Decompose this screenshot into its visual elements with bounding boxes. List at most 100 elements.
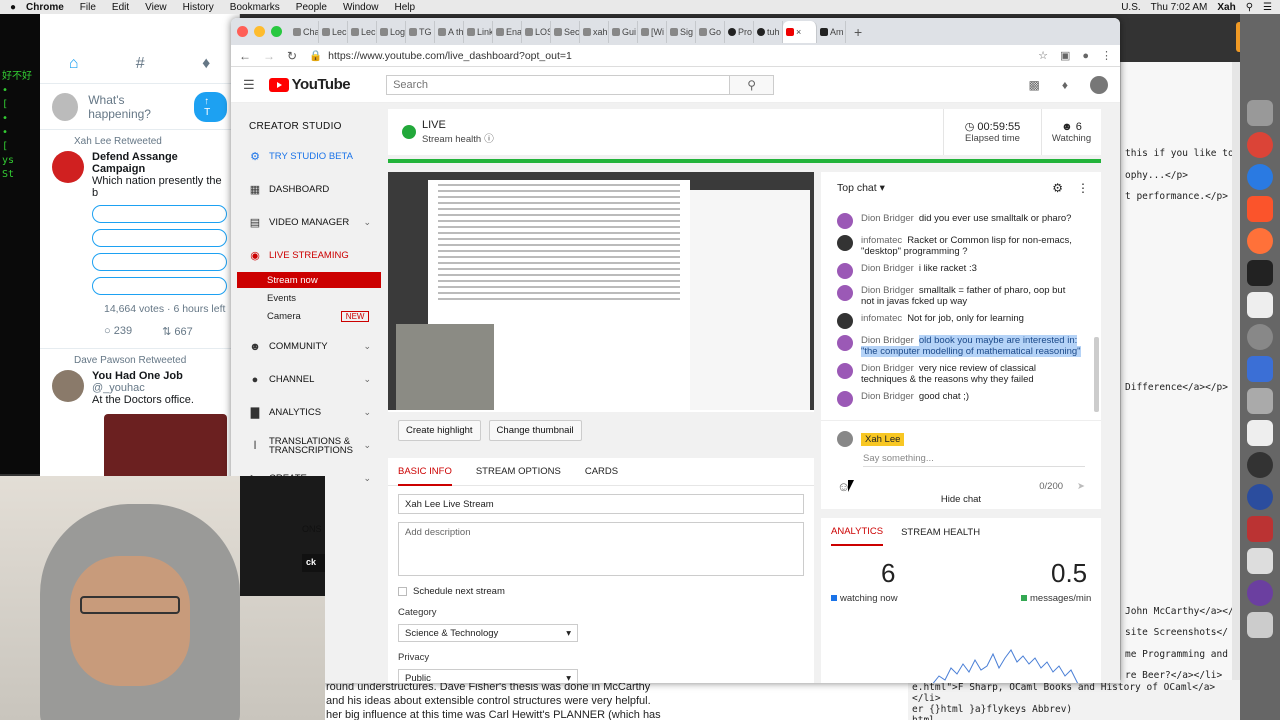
nav-stream-now[interactable]: Stream now: [237, 272, 381, 288]
chat-message[interactable]: infomatec Racket or Common lisp for non-e…: [821, 232, 1093, 260]
nav-dashboard[interactable]: ▦ DASHBOARD: [237, 173, 381, 206]
notifications-bell-icon[interactable]: ♦: [1062, 78, 1068, 92]
chat-message[interactable]: Dion Bridger old book you maybe are inter…: [821, 332, 1093, 360]
app-icon[interactable]: [1247, 516, 1273, 542]
chart-icon[interactable]: [1247, 356, 1273, 382]
nav-channel[interactable]: ● CHANNEL ⌄: [237, 363, 381, 396]
poll-option[interactable]: [92, 229, 227, 247]
search-input[interactable]: [387, 75, 730, 94]
menu-list-icon[interactable]: ☰: [1263, 2, 1272, 13]
menu-file[interactable]: File: [80, 2, 96, 13]
browser-tab[interactable]: Gui: [609, 20, 638, 43]
preferences-icon[interactable]: [1247, 324, 1273, 350]
settings-gear-icon[interactable]: ⚙: [1052, 181, 1063, 195]
menu-edit[interactable]: Edit: [112, 2, 129, 13]
poll-option[interactable]: [92, 205, 227, 223]
more-options-icon[interactable]: ⋮: [1077, 181, 1089, 195]
user-menu[interactable]: Xah: [1217, 2, 1235, 13]
youtube-logo[interactable]: YouTube: [268, 76, 351, 93]
nav-try-studio-beta[interactable]: ⚙ TRY STUDIO BETA: [237, 140, 381, 173]
chat-message[interactable]: Dion Bridger smalltalk = father of pharo,…: [821, 282, 1093, 310]
chat-message[interactable]: infomatec Not for job, only for learning: [821, 310, 1093, 332]
chat-input[interactable]: Say something...: [863, 453, 1085, 467]
reload-icon[interactable]: ↻: [287, 49, 297, 63]
title-field[interactable]: Xah Lee Live Stream: [398, 494, 804, 514]
browser-tab[interactable]: Link: [464, 20, 493, 43]
menu-people[interactable]: People: [296, 2, 327, 13]
tweet-author[interactable]: You Had One Job: [92, 370, 183, 382]
forward-icon[interactable]: →: [263, 49, 275, 63]
reply-button[interactable]: ○ 239: [104, 325, 132, 338]
back-icon[interactable]: ←: [239, 49, 251, 63]
browser-tab[interactable]: LOS: [522, 20, 551, 43]
app-icon[interactable]: [1247, 388, 1273, 414]
notifications-icon[interactable]: ♦: [202, 55, 210, 73]
menu-app-chrome[interactable]: Chrome: [26, 2, 64, 13]
browser-tab[interactable]: Lec: [319, 20, 348, 43]
nav-analytics[interactable]: ▇ ANALYTICS ⌄: [237, 396, 381, 429]
nav-camera[interactable]: Camera NEW: [237, 308, 381, 324]
tweet-button[interactable]: ↑ T: [194, 91, 228, 122]
browser-tab[interactable]: Ena: [493, 20, 522, 43]
zoom-window-button[interactable]: [271, 26, 282, 37]
tab-analytics[interactable]: ANALYTICS: [831, 518, 884, 546]
app-icon[interactable]: [1247, 420, 1273, 446]
help-icon[interactable]: ⓘ: [484, 134, 494, 145]
hamburger-menu-icon[interactable]: ☰: [243, 77, 255, 93]
minimize-window-button[interactable]: [254, 26, 265, 37]
browser-tab[interactable]: [Wi: [638, 20, 667, 43]
hide-chat-button[interactable]: Hide chat: [821, 494, 1101, 505]
app-icon[interactable]: [1247, 484, 1273, 510]
compose-input[interactable]: What's happening?: [88, 93, 184, 121]
chat-mode-selector[interactable]: Top chat ▾: [837, 182, 885, 194]
chat-message[interactable]: Dion Bridger did you ever use smalltalk o…: [821, 210, 1093, 232]
hashtag-icon[interactable]: #: [136, 55, 145, 73]
editor-scrollbar[interactable]: [1232, 62, 1240, 720]
brave-icon[interactable]: [1247, 196, 1273, 222]
browser-tab[interactable]: A th: [435, 20, 464, 43]
menu-history[interactable]: History: [183, 2, 214, 13]
create-video-icon[interactable]: ▩: [1029, 78, 1040, 92]
avatar[interactable]: [52, 370, 84, 402]
browser-tab[interactable]: Pro: [725, 20, 754, 43]
bookmark-star-icon[interactable]: ☆: [1038, 49, 1048, 62]
browser-tab[interactable]: xah: [580, 20, 609, 43]
search-button[interactable]: ⚲: [729, 75, 774, 94]
tab-stream-options[interactable]: STREAM OPTIONS: [476, 466, 561, 477]
browser-tab[interactable]: Cha: [290, 20, 319, 43]
safari-icon[interactable]: [1247, 164, 1273, 190]
browser-tab[interactable]: tuh: [754, 20, 783, 43]
chat-message[interactable]: Dion Bridger i like racket :3: [821, 260, 1093, 282]
trash-icon[interactable]: [1247, 612, 1273, 638]
chat-message[interactable]: Dion Bridger good chat ;): [821, 388, 1093, 410]
tab-stream-health[interactable]: STREAM HEALTH: [901, 527, 980, 538]
browser-tab[interactable]: Sec: [551, 20, 580, 43]
description-field[interactable]: Add description: [398, 522, 804, 576]
tab-cards[interactable]: CARDS: [585, 466, 618, 477]
nav-events[interactable]: Events: [237, 290, 381, 306]
video-preview[interactable]: [388, 172, 814, 410]
chat-message[interactable]: Dion Bridger very nice review of classica…: [821, 360, 1093, 388]
menu-bookmarks[interactable]: Bookmarks: [230, 2, 280, 13]
schedule-checkbox-row[interactable]: Schedule next stream: [398, 586, 804, 597]
app-icon[interactable]: [1247, 580, 1273, 606]
tab-basic-info[interactable]: BASIC INFO: [398, 458, 452, 486]
schedule-checkbox[interactable]: [398, 587, 407, 596]
tweet-image[interactable]: [104, 414, 227, 476]
chrome-icon[interactable]: [1247, 132, 1273, 158]
browser-tab-active[interactable]: ×: [783, 20, 817, 43]
terminal-icon[interactable]: [1247, 260, 1273, 286]
file-icon[interactable]: [1247, 292, 1273, 318]
new-tab-button[interactable]: +: [854, 24, 862, 40]
profile-icon[interactable]: ●: [1082, 50, 1089, 62]
address-bar[interactable]: 🔒 https://www.youtube.com/live_dashboard?…: [309, 49, 1026, 63]
menu-help[interactable]: Help: [395, 2, 416, 13]
avatar[interactable]: [52, 151, 84, 183]
locale-indicator[interactable]: U.S.: [1121, 2, 1140, 13]
app-icon[interactable]: [1247, 452, 1273, 478]
browser-tab[interactable]: Lec: [348, 20, 377, 43]
send-icon[interactable]: ➤: [1077, 481, 1085, 492]
apple-menu-icon[interactable]: ●: [0, 2, 26, 13]
home-icon[interactable]: ⌂: [69, 55, 79, 73]
category-select[interactable]: Science & Technology ▾: [398, 624, 578, 642]
